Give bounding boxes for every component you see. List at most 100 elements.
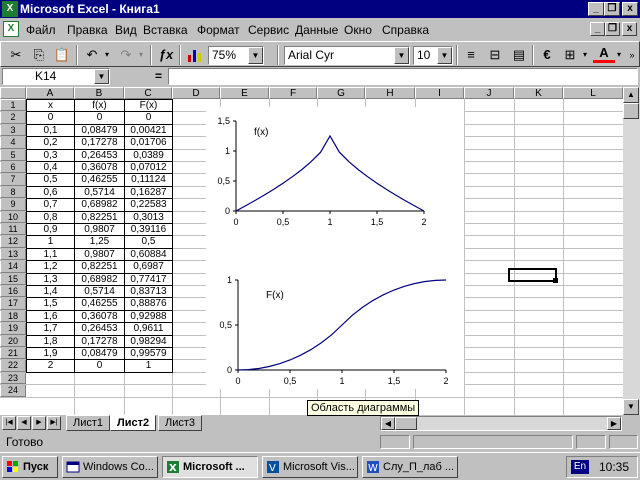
name-box[interactable]: K14 ▼ [2,68,110,85]
table-cell[interactable]: 0,16287 [124,185,173,200]
table-cell[interactable]: 0,08479 [74,123,125,138]
table-cell[interactable]: 0,6987 [124,260,173,274]
excel-app-icon[interactable]: X [2,1,18,17]
table-cell[interactable]: 0,36078 [74,161,125,175]
row-header-3[interactable]: 3 [0,123,26,137]
fill-handle[interactable] [553,278,558,283]
menu-data[interactable]: Данные [295,23,338,37]
start-button[interactable]: Пуск [2,456,58,478]
merge-center-icon[interactable]: ⊟ [484,45,506,65]
undo-icon[interactable]: ↶ [81,45,103,65]
close-button[interactable]: x [622,2,638,16]
chevron-down-icon[interactable]: ▼ [94,69,109,84]
borders-dropdown-icon[interactable]: ▾ [579,45,591,65]
menu-insert[interactable]: Вставка [143,23,188,37]
font-color-dropdown-icon[interactable]: ▾ [613,45,625,65]
row-header-6[interactable]: 6 [0,161,26,174]
row-header-8[interactable]: 8 [0,185,26,199]
table-cell[interactable]: 0,92988 [124,309,173,324]
column-header-H[interactable]: H [365,87,415,99]
tab-prev-icon[interactable]: ◀ [17,416,31,430]
table-cell[interactable]: 0,7 [26,198,75,212]
row-header-22[interactable]: 22 [0,359,26,372]
table-cell[interactable]: 1,4 [26,285,75,299]
table-cell[interactable]: 0,6 [26,185,75,200]
table-cell[interactable]: 0,46255 [74,173,125,187]
table-cell[interactable]: 0,3013 [124,210,173,224]
chevron-down-icon[interactable]: ▼ [394,47,409,64]
row-header-1[interactable]: 1 [0,99,26,112]
vertical-scrollbar[interactable]: ▲ ▼ [623,87,640,415]
column-header-L[interactable]: L [563,87,623,99]
table-cell[interactable]: 0,5 [26,173,75,187]
font-size-select[interactable]: 10 ▼ [413,46,453,65]
row-header-21[interactable]: 21 [0,347,26,360]
table-cell[interactable]: 0,11124 [124,173,173,187]
menu-view[interactable]: Вид [115,23,137,37]
row-header-9[interactable]: 9 [0,198,26,211]
table-cell[interactable]: 0,17278 [74,136,125,150]
scroll-up-icon[interactable]: ▲ [623,87,639,103]
table-cell[interactable]: 0,99579 [124,347,173,361]
row-header-12[interactable]: 12 [0,235,26,248]
workbook-icon[interactable]: X [3,21,19,37]
table-cell[interactable]: 1,3 [26,272,75,286]
chart-wizard-icon[interactable] [184,45,206,65]
row-header-17[interactable]: 17 [0,297,26,310]
table-cell[interactable]: 0,3 [26,148,75,162]
column-header-K[interactable]: K [514,87,563,99]
chart-area[interactable]: 0 0,5 1 1,5 0 0,5 1 1,5 2 f(x) 0 0,5 1 0 0,5 1 1,5 2 F(x) [206,107,464,389]
table-cell[interactable]: 0,4 [26,161,75,175]
wrap-icon[interactable]: ▤ [508,45,530,65]
formula-input[interactable] [168,68,638,85]
taskbar-visio[interactable]: V Microsoft Vis... [262,456,358,478]
table-cell[interactable]: 0,08479 [74,347,125,361]
hscroll-thumb[interactable] [395,417,417,430]
row-header-16[interactable]: 16 [0,285,26,298]
row-header-7[interactable]: 7 [0,173,26,186]
scroll-right-icon[interactable]: ▶ [607,417,621,430]
tab-list3[interactable]: Лист3 [158,415,203,431]
table-cell[interactable]: 0,5714 [74,185,125,200]
table-cell[interactable]: 0,9807 [74,247,125,262]
column-header-F[interactable]: F [269,87,317,99]
minimize-button[interactable]: _ [588,2,604,16]
table-cell[interactable]: 1,1 [26,247,75,262]
table-cell[interactable]: 0,22583 [124,198,173,212]
table-cell[interactable]: 1 [26,235,75,249]
table-cell[interactable]: 1 [124,359,173,373]
column-header-G[interactable]: G [317,87,365,99]
doc-minimize-button[interactable]: _ [590,22,605,36]
table-cell[interactable]: 0 [74,359,125,373]
function-icon[interactable]: ƒx [155,45,177,65]
worksheet-grid[interactable]: ABCDEFGHIJKL 1 2 3 4 5 6 7 8 9 10 11 12 13 14 15 16 17 18… [0,87,623,415]
tab-last-icon[interactable]: ▶| [47,416,61,430]
borders-icon[interactable]: ⊞ [559,45,581,65]
toolbar-more-icon[interactable]: » [625,45,639,65]
redo-icon[interactable]: ↷ [115,45,137,65]
row-header-20[interactable]: 20 [0,334,26,347]
table-cell[interactable]: 1,6 [26,309,75,324]
table-cell[interactable]: 0,68982 [74,198,125,212]
currency-icon[interactable]: € [536,45,558,65]
table-cell[interactable]: 0,9 [26,223,75,237]
redo-dropdown-icon[interactable]: ▾ [135,45,147,65]
table-cell[interactable]: 0,83713 [124,285,173,299]
table-cell[interactable]: 0,17278 [74,334,125,348]
row-header-2[interactable]: 2 [0,111,26,124]
taskbar-word[interactable]: W Слу_П_лаб ... [362,456,458,478]
table-cell[interactable]: 0,98294 [124,334,173,348]
column-header-B[interactable]: B [74,87,124,99]
table-cell[interactable]: 0,46255 [74,297,125,311]
zoom-select[interactable]: 75% ▼ [208,46,264,65]
table-cell[interactable]: 0,9807 [74,223,125,237]
table-cell[interactable]: 2 [26,359,75,373]
tab-list2[interactable]: Лист2 [110,415,157,431]
taskbar-excel[interactable]: X Microsoft ... [162,456,258,478]
row-header-23[interactable]: 23 [0,371,26,385]
table-cell[interactable]: 0,07012 [124,161,173,175]
scroll-thumb[interactable] [623,103,639,119]
chevron-down-icon[interactable]: ▼ [248,47,263,64]
taskbar-windows-commander[interactable]: Windows Co... [62,456,158,478]
table-cell[interactable]: 0,82251 [74,210,125,224]
